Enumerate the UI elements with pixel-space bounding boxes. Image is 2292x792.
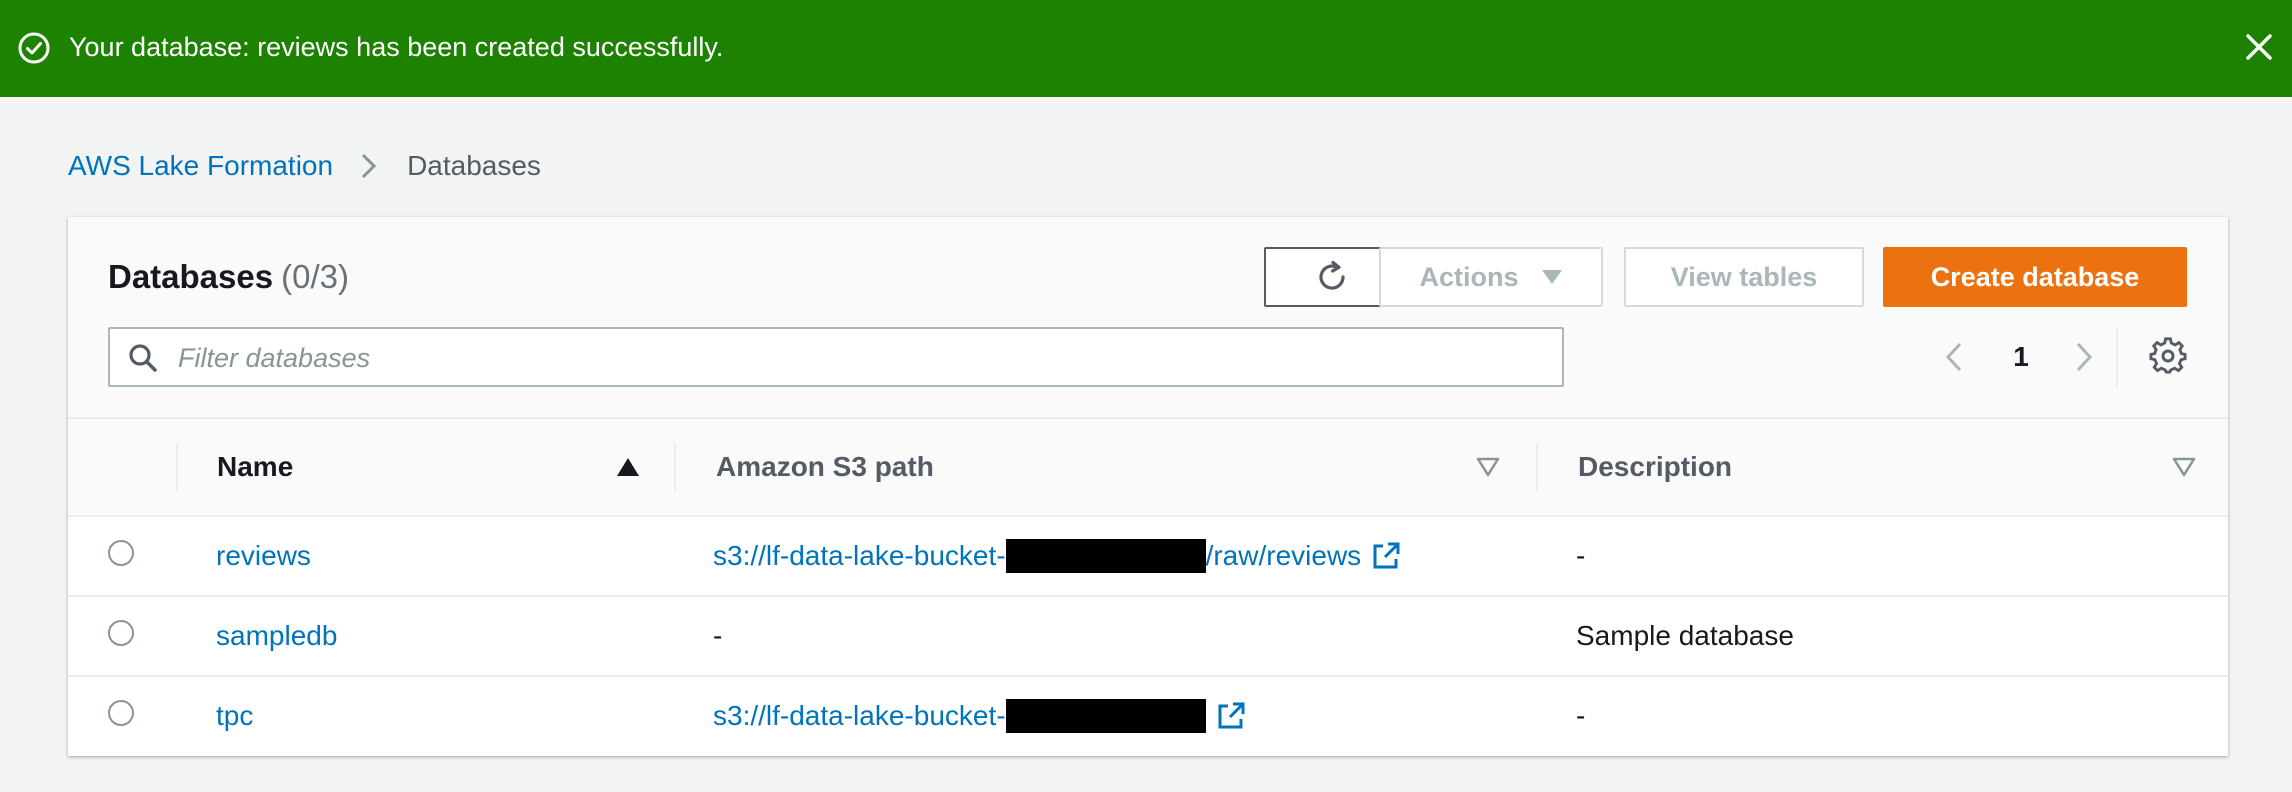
external-link-icon[interactable] (1371, 541, 1401, 571)
description-cell: - (1576, 700, 1586, 731)
databases-table-container: Databases (0/3) Actions View tables Creat… (68, 217, 2228, 756)
divider (2116, 327, 2118, 387)
create-database-button[interactable]: Create database (1883, 247, 2187, 307)
selection-count: (0/3) (281, 258, 349, 295)
refresh-icon (1319, 260, 1345, 290)
database-name-link[interactable]: sampledb (216, 597, 337, 675)
s3-path-suffix[interactable]: /raw/reviews (1206, 540, 1362, 572)
column-separator (674, 443, 676, 491)
description-cell: - (1576, 540, 1586, 571)
database-name-link[interactable]: reviews (216, 517, 311, 595)
redacted-bucket-id (1005, 539, 1206, 573)
s3-path-cell: s3://lf-data-lake-bucket- (713, 677, 1246, 755)
sort-descending-icon[interactable] (2172, 457, 2196, 477)
s3-path-cell: s3://lf-data-lake-bucket- /raw/reviews (713, 517, 1401, 595)
s3-path-prefix[interactable]: s3://lf-data-lake-bucket- (713, 540, 1006, 572)
check-circle-icon (18, 32, 50, 64)
filter-input[interactable] (176, 337, 1540, 379)
search-icon (129, 344, 157, 372)
flash-message: Your database: reviews has been created … (69, 32, 724, 62)
chevron-left-icon[interactable] (1938, 340, 1972, 374)
table-column-headers: Name Amazon S3 path Description (68, 419, 2228, 517)
column-separator (1536, 443, 1538, 491)
column-header-s3-path[interactable]: Amazon S3 path (716, 419, 934, 515)
row-select-radio[interactable] (108, 620, 134, 646)
breadcrumb: AWS Lake Formation Databases (68, 148, 541, 184)
pagination: 1 (1938, 329, 2100, 385)
s3-path-cell: - (713, 620, 723, 651)
table-row[interactable]: tpc s3://lf-data-lake-bucket- - (68, 677, 2228, 755)
database-name-link[interactable]: tpc (216, 677, 253, 755)
description-cell: Sample database (1576, 620, 1794, 651)
external-link-icon[interactable] (1216, 701, 1246, 731)
column-separator (176, 443, 178, 491)
chevron-right-icon[interactable] (2066, 340, 2100, 374)
title-text: Databases (108, 258, 274, 295)
row-select-radio[interactable] (108, 700, 134, 726)
success-flash-banner: Your database: reviews has been created … (0, 0, 2292, 97)
s3-path-prefix[interactable]: s3://lf-data-lake-bucket- (713, 700, 1006, 732)
view-tables-button[interactable]: View tables (1624, 247, 1864, 307)
table-row[interactable]: sampledb - Sample database (68, 597, 2228, 677)
sort-descending-icon[interactable] (1476, 457, 1500, 477)
breadcrumb-link-lake-formation[interactable]: AWS Lake Formation (68, 148, 333, 184)
row-select-radio[interactable] (108, 540, 134, 566)
caret-down-icon (1541, 270, 1562, 284)
chevron-right-icon (362, 153, 377, 179)
create-database-label: Create database (1930, 261, 2140, 292)
sort-ascending-icon[interactable] (616, 457, 640, 477)
gear-icon[interactable] (2149, 337, 2187, 375)
view-tables-label: View tables (1670, 261, 1818, 292)
current-page[interactable]: 1 (1996, 341, 2046, 373)
page-title: Databases (0/3) (108, 257, 349, 297)
table-row[interactable]: reviews s3://lf-data-lake-bucket- /raw/re… (68, 517, 2228, 597)
filter-field[interactable] (108, 327, 1564, 387)
column-header-description[interactable]: Description (1578, 419, 1732, 515)
redacted-bucket-id (1005, 699, 1206, 733)
breadcrumb-current: Databases (407, 150, 541, 181)
actions-label: Actions (1419, 261, 1519, 292)
close-icon[interactable] (2242, 30, 2276, 64)
column-header-name[interactable]: Name (217, 419, 293, 515)
actions-dropdown-button[interactable]: Actions (1379, 247, 1603, 307)
table-header-area: Databases (0/3) Actions View tables Creat… (68, 217, 2228, 419)
